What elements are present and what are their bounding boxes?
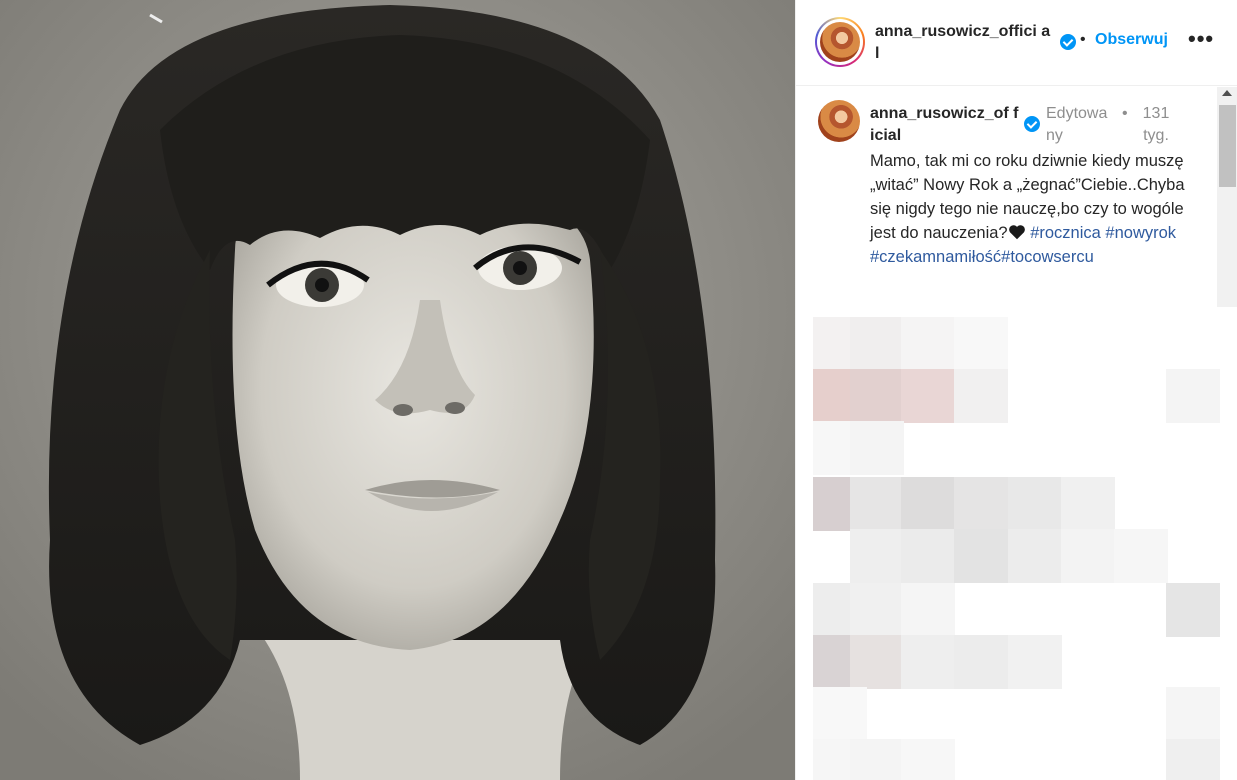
edited-label: Edytowa ny bbox=[1046, 105, 1108, 144]
hashtag-link[interactable]: #rocznica bbox=[1030, 224, 1101, 242]
pixel-block bbox=[901, 635, 955, 689]
pixel-block bbox=[954, 317, 1008, 371]
black-heart-icon bbox=[1008, 225, 1025, 240]
author-avatar[interactable] bbox=[815, 17, 865, 67]
pixel-block bbox=[813, 687, 867, 741]
pixel-block bbox=[901, 317, 955, 371]
portrait-photo-image bbox=[0, 0, 795, 780]
caption-scrollbar[interactable] bbox=[1217, 87, 1237, 307]
caption: anna_rusowicz_of ficial Edytowa ny • 131… bbox=[796, 87, 1216, 307]
post-side-panel: anna_rusowicz_offici al • Obserwuj ••• a… bbox=[795, 0, 1237, 780]
verified-badge-icon bbox=[1060, 34, 1076, 50]
header-separator: • bbox=[1080, 31, 1086, 48]
pixel-block bbox=[1008, 477, 1062, 531]
pixel-block bbox=[901, 369, 955, 423]
scroll-thumb[interactable] bbox=[1219, 105, 1236, 187]
more-options-icon[interactable]: ••• bbox=[1188, 28, 1214, 50]
post-photo[interactable] bbox=[0, 0, 795, 780]
author-username[interactable]: anna_rusowicz_offici al bbox=[875, 21, 1053, 65]
pixel-block bbox=[850, 635, 904, 689]
pixel-block bbox=[901, 739, 955, 780]
pixel-block bbox=[850, 317, 904, 371]
pixel-block bbox=[901, 583, 955, 637]
pixel-block bbox=[1166, 583, 1220, 637]
verified-badge-icon bbox=[1024, 116, 1040, 132]
avatar-image bbox=[818, 100, 860, 142]
pixel-block bbox=[901, 529, 955, 583]
pixel-block bbox=[1166, 369, 1220, 423]
pixel-block bbox=[954, 477, 1008, 531]
hashtag-link[interactable]: #czekamnamiłość bbox=[870, 248, 1001, 266]
pixel-block bbox=[1114, 529, 1168, 583]
pixel-block bbox=[1061, 529, 1115, 583]
pixel-block bbox=[850, 369, 904, 423]
hashtag-link[interactable]: #nowyrok bbox=[1105, 224, 1176, 242]
follow-button[interactable]: Obserwuj bbox=[1095, 31, 1168, 49]
post-timestamp[interactable]: 131 tyg. bbox=[1136, 103, 1176, 147]
pixel-block bbox=[850, 739, 904, 780]
pixel-block bbox=[1008, 529, 1062, 583]
pixel-block bbox=[1061, 477, 1115, 531]
pixel-block bbox=[1008, 635, 1062, 689]
scroll-up-arrow-icon[interactable] bbox=[1222, 90, 1232, 96]
pixel-block bbox=[1166, 739, 1220, 780]
pixel-block bbox=[954, 635, 1008, 689]
caption-avatar[interactable] bbox=[818, 100, 860, 142]
pixel-block bbox=[954, 369, 1008, 423]
hashtag-link[interactable]: #tocowsercu bbox=[1001, 248, 1094, 266]
pixel-block bbox=[850, 477, 904, 531]
pixel-block bbox=[850, 421, 904, 475]
caption-text: Mamo, tak mi co roku dziwnie kiedy muszę… bbox=[870, 149, 1210, 269]
pixel-block bbox=[954, 529, 1008, 583]
pixel-block bbox=[1166, 687, 1220, 741]
avatar-image bbox=[820, 22, 860, 62]
pixel-block bbox=[850, 529, 904, 583]
caption-username[interactable]: anna_rusowicz_of ficial bbox=[870, 103, 1022, 147]
pixel-block bbox=[850, 583, 904, 637]
pixel-block bbox=[901, 477, 955, 531]
caption-separator: • bbox=[1122, 105, 1128, 122]
comments-blurred bbox=[796, 307, 1237, 780]
post-header: anna_rusowicz_offici al • Obserwuj ••• bbox=[796, 0, 1237, 86]
